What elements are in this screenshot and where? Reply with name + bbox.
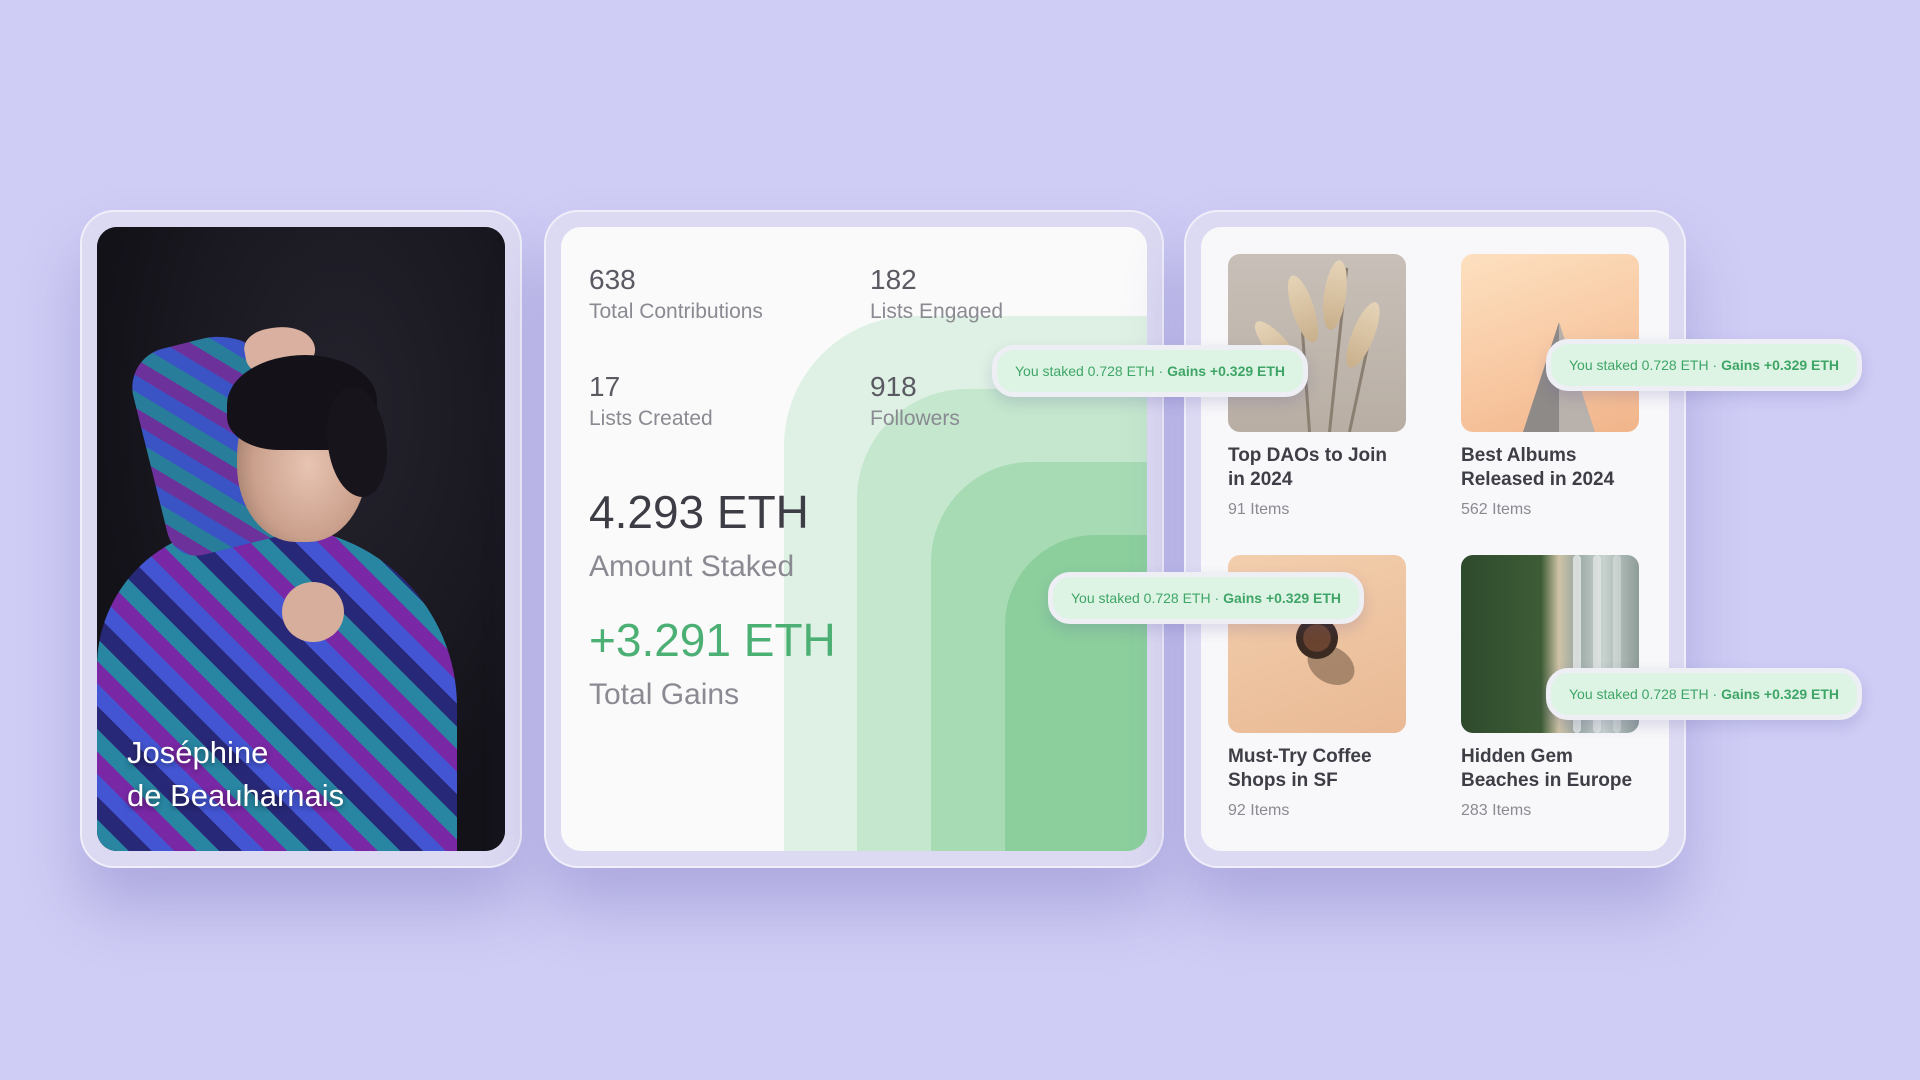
stake-tooltip: You staked 0.728 ETH · Gains +0.329 ETH (1546, 668, 1863, 720)
amount-staked-value: 4.293 ETH (589, 486, 809, 538)
stat-value: 182 (870, 264, 917, 295)
stats-panel: 638 Total Contributions 182 Lists Engage… (561, 227, 1147, 851)
profile-photo: Joséphine de Beauharnais (97, 227, 505, 851)
stat-label: Total Contributions (589, 300, 763, 323)
thumb-plume (1281, 272, 1325, 346)
list-title: Hidden Gem Beaches in Europe (1461, 746, 1633, 791)
tooltip-staked-text: You staked 0.728 ETH · (1569, 357, 1718, 373)
stat-value: 918 (870, 371, 917, 402)
stat-label: Followers (870, 407, 960, 430)
stake-tooltip: You staked 0.728 ETH · Gains +0.329 ETH (1546, 339, 1863, 391)
list-count: 92 Items (1228, 802, 1290, 819)
profile-name-line2: de Beauharnais (127, 778, 345, 813)
stat-lists-engaged: 182 Lists Engaged (870, 263, 1003, 327)
lists-card: Top DAOs to Join in 2024 91 Items Best A… (1184, 210, 1686, 868)
total-gains-value: +3.291 ETH (589, 614, 836, 666)
stat-lists-created: 17 Lists Created (589, 370, 713, 434)
photo-hand-zipper (282, 582, 344, 642)
tooltip-gains-text: Gains +0.329 ETH (1721, 357, 1840, 373)
lists-grid: Top DAOs to Join in 2024 91 Items Best A… (1201, 227, 1669, 851)
tooltip-gains-text: Gains +0.329 ETH (1223, 590, 1342, 606)
list-count: 91 Items (1228, 501, 1290, 518)
stage: Joséphine de Beauharnais 638 Total Contr… (0, 0, 1920, 1080)
stat-label: Lists Engaged (870, 300, 1004, 323)
profile-name: Joséphine de Beauharnais (127, 731, 344, 817)
list-thumbnail (1228, 254, 1406, 432)
tooltip-gains-text: Gains +0.329 ETH (1721, 686, 1840, 702)
stake-tooltip: You staked 0.728 ETH · Gains +0.329 ETH (992, 345, 1309, 397)
list-title: Top DAOs to Join in 2024 (1228, 445, 1388, 490)
stat-value: 638 (589, 264, 636, 295)
list-title: Must-Try Coffee Shops in SF (1228, 746, 1372, 791)
stake-tooltip: You staked 0.728 ETH · Gains +0.329 ETH (1048, 572, 1365, 624)
list-count: 283 Items (1461, 802, 1532, 819)
tooltip-staked-text: You staked 0.728 ETH · (1071, 590, 1220, 606)
stat-total-contributions: 638 Total Contributions (589, 263, 763, 327)
stats-card: 638 Total Contributions 182 Lists Engage… (544, 210, 1164, 868)
stat-label: Lists Created (589, 407, 713, 430)
stat-followers: 918 Followers (870, 370, 960, 434)
list-title: Best Albums Released in 2024 (1461, 445, 1615, 490)
total-gains-label: Total Gains (589, 678, 740, 711)
tooltip-staked-text: You staked 0.728 ETH · (1569, 686, 1718, 702)
thumb-plume (1319, 258, 1351, 332)
stat-value: 17 (589, 371, 621, 402)
list-count: 562 Items (1461, 501, 1532, 518)
amount-staked-label: Amount Staked (589, 550, 795, 583)
profile-card[interactable]: Joséphine de Beauharnais (80, 210, 522, 868)
tooltip-staked-text: You staked 0.728 ETH · (1015, 363, 1164, 379)
profile-name-line1: Joséphine (127, 735, 269, 770)
tooltip-gains-text: Gains +0.329 ETH (1167, 363, 1286, 379)
